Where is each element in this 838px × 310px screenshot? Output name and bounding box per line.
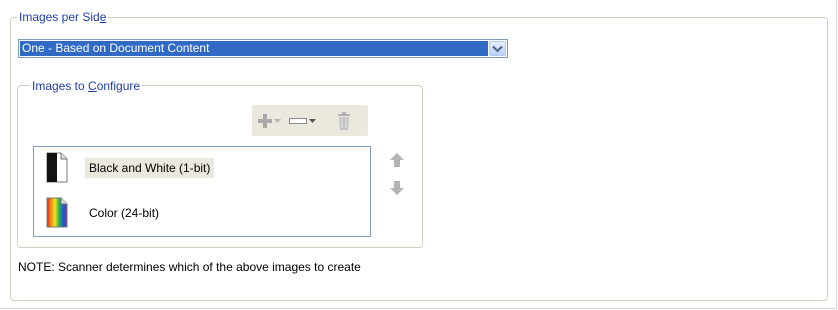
move-up-button[interactable] — [385, 147, 409, 173]
chevron-down-icon — [274, 118, 281, 123]
add-image-button[interactable] — [258, 105, 281, 136]
images-list[interactable]: Black and White (1-bit) Color (24-bit) — [33, 146, 371, 237]
images-to-configure-legend: Images to Configure — [30, 79, 143, 93]
change-image-button[interactable] — [289, 105, 316, 136]
arrow-down-icon — [390, 181, 404, 195]
images-per-side-dropdown[interactable]: One - Based on Document Content — [18, 39, 508, 58]
images-per-side-selected-value: One - Based on Document Content — [20, 41, 488, 56]
chevron-down-icon — [309, 118, 316, 123]
list-item-label: Color (24-bit) — [89, 206, 160, 220]
delete-image-button[interactable] — [337, 105, 351, 136]
bw-document-icon — [46, 152, 68, 183]
image-toolbar — [252, 105, 368, 136]
list-item-label: Black and White (1-bit) — [85, 158, 215, 178]
chevron-down-icon — [492, 45, 503, 52]
list-item-black-and-white[interactable]: Black and White (1-bit) — [34, 149, 370, 186]
arrow-up-icon — [390, 153, 404, 167]
plus-icon — [258, 113, 272, 128]
move-down-button[interactable] — [385, 175, 409, 201]
images-per-side-legend: Images per Side — [17, 10, 109, 24]
scanner-note: NOTE: Scanner determines which of the ab… — [18, 260, 361, 274]
dropdown-button[interactable] — [489, 41, 506, 56]
rectangle-icon — [289, 117, 307, 124]
color-document-icon — [46, 197, 68, 228]
list-item-color[interactable]: Color (24-bit) — [34, 194, 370, 231]
trash-icon — [338, 111, 350, 130]
